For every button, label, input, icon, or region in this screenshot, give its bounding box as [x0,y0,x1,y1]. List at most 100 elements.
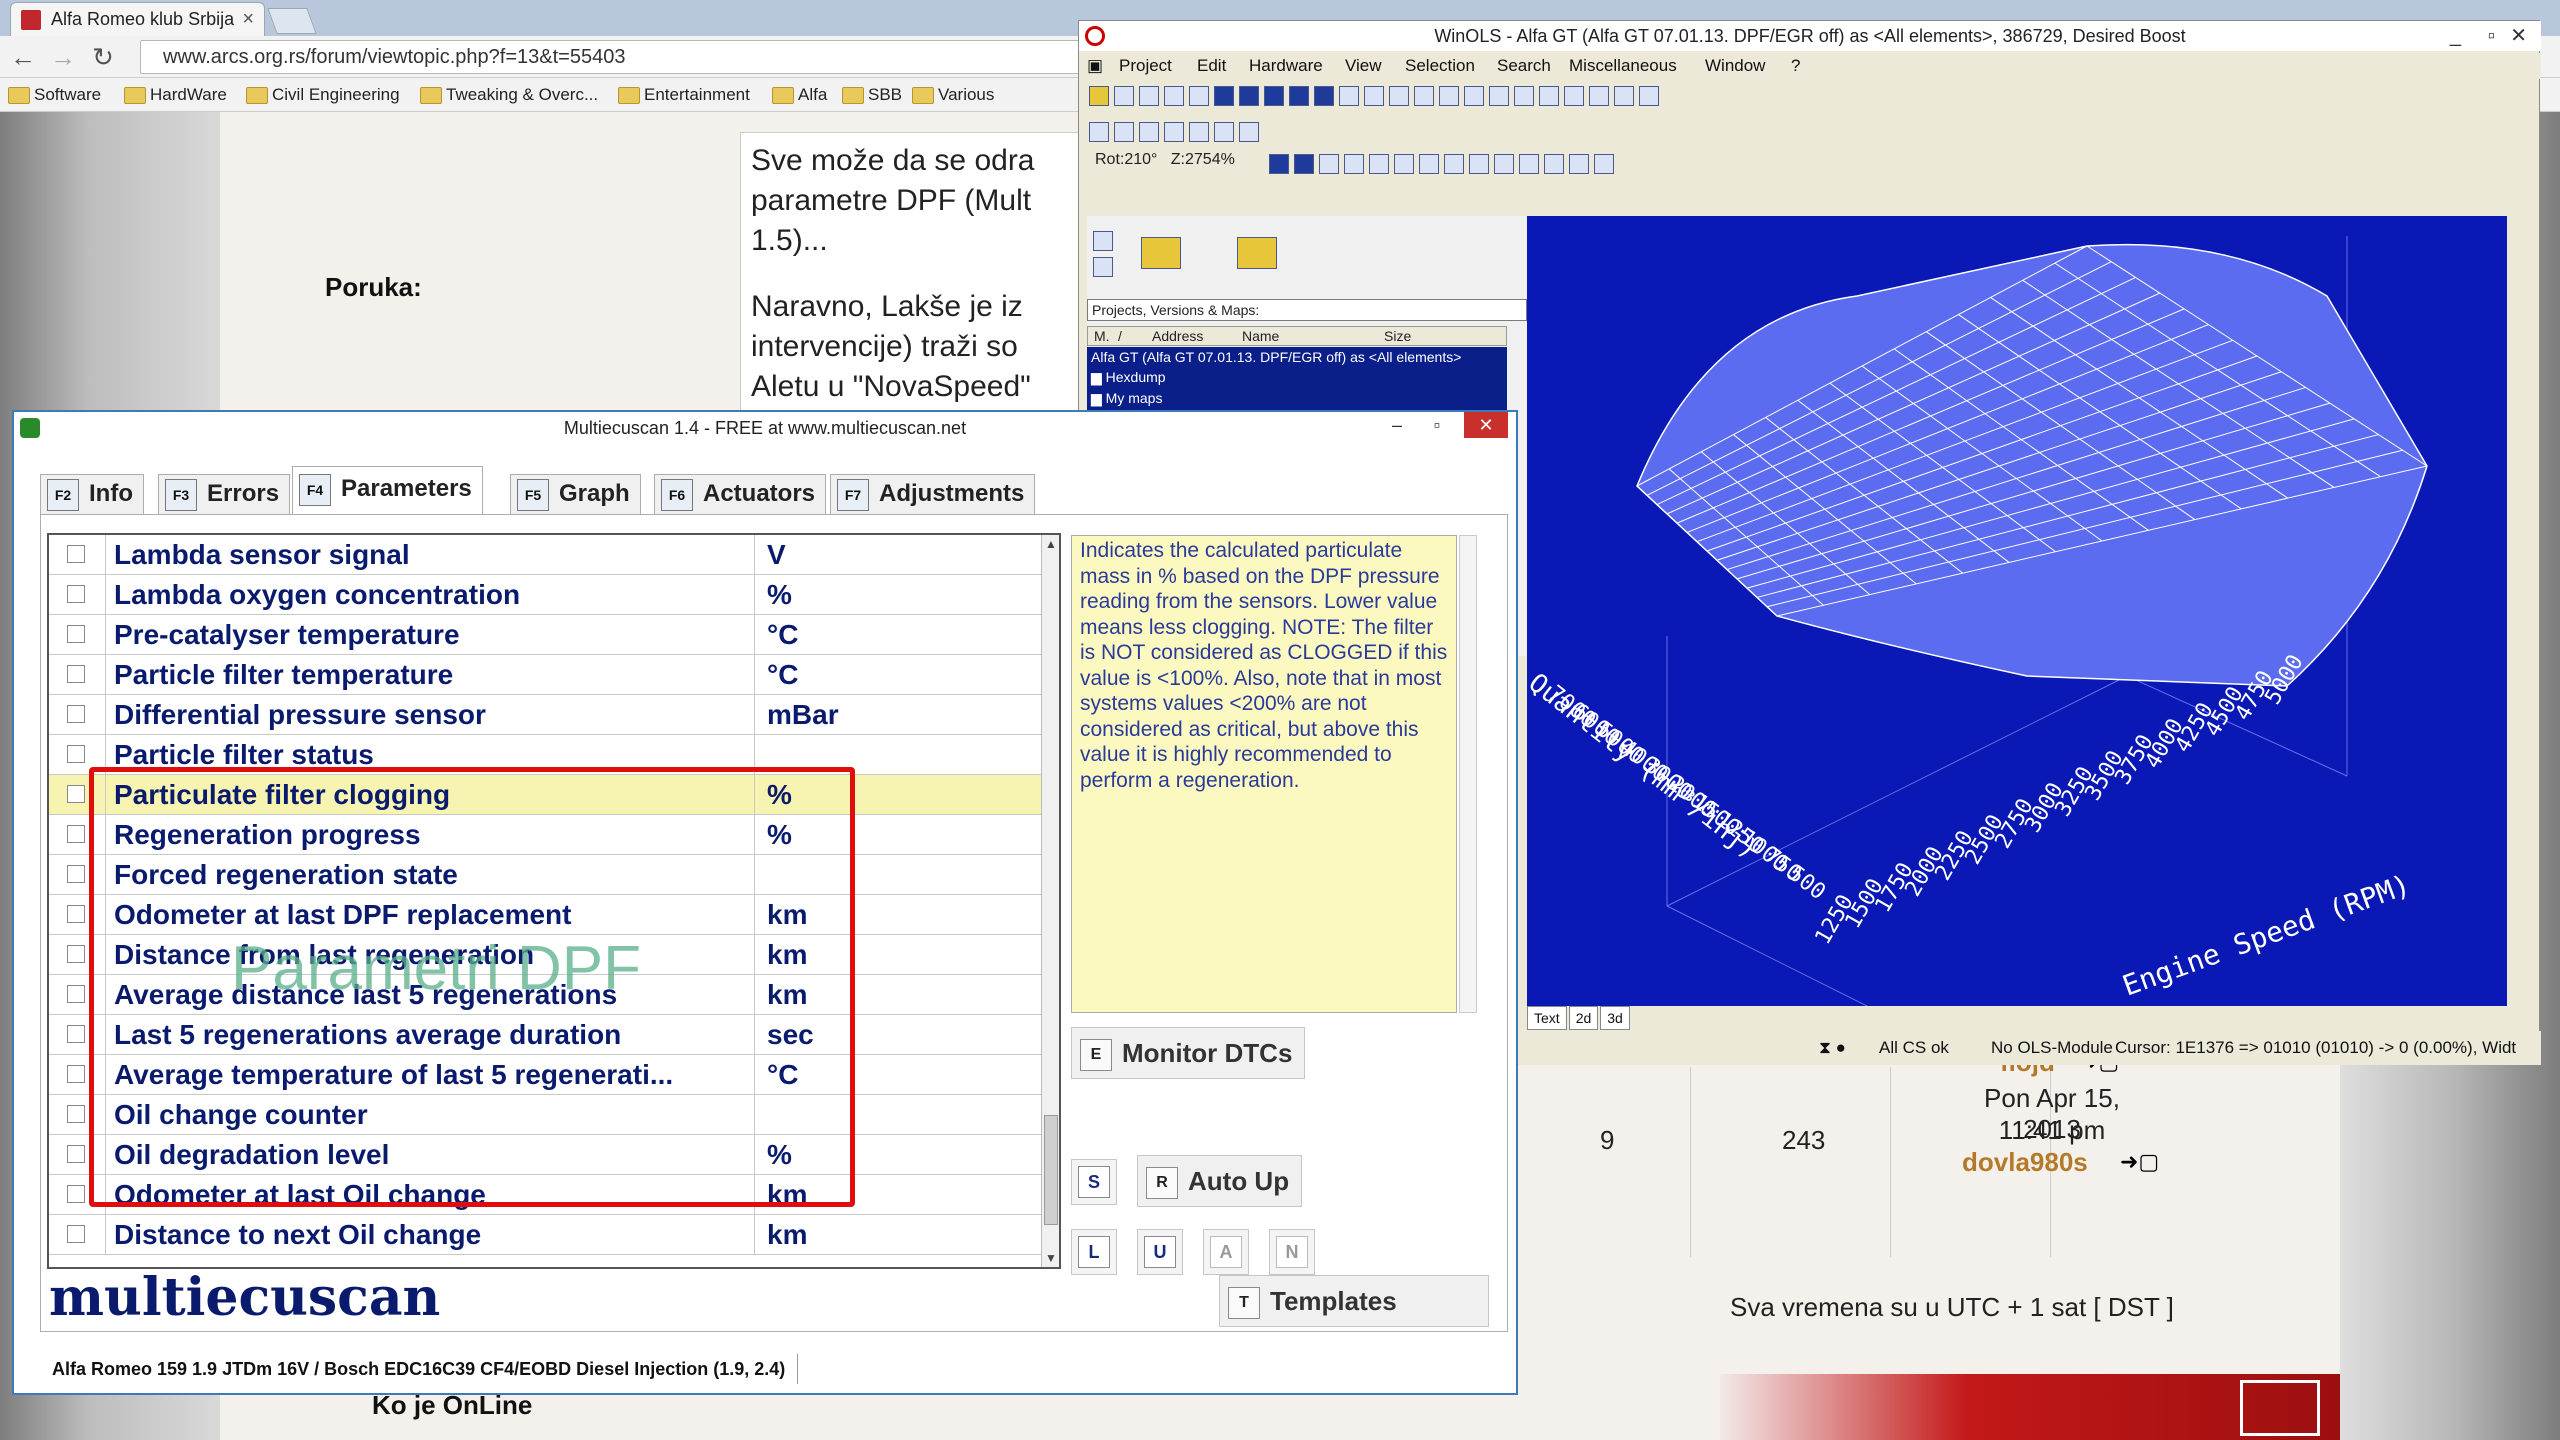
view-icon[interactable] [1444,154,1465,174]
maximize-icon[interactable]: ▫ [1422,412,1452,438]
tab-actuators[interactable]: F6 Actuators [654,474,827,514]
tab-info[interactable]: F2 Info [40,474,144,514]
tool-icon[interactable] [1239,122,1259,142]
tool-icon[interactable] [1089,122,1109,142]
parameter-row[interactable]: Lambda oxygen concentration% [49,575,1043,615]
export-icon[interactable] [1589,86,1609,106]
menu-window[interactable]: Window [1705,53,1765,79]
import-icon[interactable] [1237,237,1277,269]
parameter-row[interactable]: Oil degradation level% [49,1135,1043,1175]
map-3d-view[interactable]: Quantity (mm³/inj) Engine Speed (RPM) 70… [1527,216,2507,1006]
menu-selection[interactable]: Selection [1405,53,1475,79]
context-help-icon[interactable] [1639,86,1659,106]
auto-up-button[interactable]: R Auto Up [1137,1155,1303,1207]
tab-parameters[interactable]: F4 Parameters [292,466,483,514]
monitor-dtcs-button[interactable]: E Monitor DTCs [1071,1027,1306,1079]
parameter-row[interactable]: Odometer at last Oil change km [49,1175,1043,1215]
view-icon[interactable] [1494,154,1515,174]
menu-view[interactable]: View [1345,53,1382,79]
tool-icon[interactable] [1214,122,1234,142]
view-icon[interactable] [1419,154,1440,174]
close-icon[interactable]: ✕ [1464,412,1508,438]
tool-icon[interactable] [1114,122,1134,142]
tool-icon[interactable] [1389,86,1409,106]
parameter-row[interactable]: Distance to next Oil change km [49,1215,1043,1255]
back-arrow-icon[interactable]: ← [8,42,38,72]
reload-icon[interactable]: ↻ [88,42,118,72]
new-tab-button[interactable] [267,8,317,34]
address-bar[interactable]: www.arcs.org.rs/forum/viewtopic.php?f=13… [140,40,1080,74]
tab-errors[interactable]: F3 Errors [158,474,291,514]
paste-icon[interactable] [1189,86,1209,106]
checksum-icon[interactable] [1489,86,1509,106]
u-button[interactable]: U [1137,1229,1183,1275]
n-button[interactable]: N [1269,1229,1315,1275]
forward-icon[interactable] [1514,86,1534,106]
menu-help[interactable]: ? [1791,53,1800,79]
parameter-row[interactable]: Forced regeneration state [49,855,1043,895]
zoom-field[interactable]: Z:2754% [1171,151,1235,168]
message-textarea[interactable]: Sve može da se odra parametre DPF (Mult … [740,132,1080,442]
tab-3d-view[interactable]: 3d [1600,1006,1630,1030]
a-button[interactable]: A [1203,1229,1249,1275]
last-icon[interactable] [1314,86,1334,106]
compare-icon[interactable] [1414,86,1434,106]
print-icon[interactable] [1139,86,1159,106]
copy-icon[interactable] [1164,86,1184,106]
menu-miscellaneous[interactable]: Miscellaneous [1569,53,1677,79]
delta-icon[interactable] [1544,154,1565,174]
parameter-checkbox[interactable] [67,1145,85,1163]
tree-icon[interactable] [1339,86,1359,106]
save-icon[interactable] [1093,257,1113,277]
parameter-checkbox[interactable] [67,705,85,723]
tool-icon[interactable] [1189,122,1209,142]
scroll-thumb[interactable] [1044,1115,1058,1225]
description-scrollbar[interactable] [1459,535,1477,1013]
s-button[interactable]: S [1071,1159,1117,1205]
menu-edit[interactable]: Edit [1197,53,1226,79]
projects-dropdown[interactable]: Projects, Versions & Maps: [1087,299,1527,321]
open-folder-icon[interactable] [1141,237,1181,269]
view-icon[interactable] [1394,154,1415,174]
parameter-checkbox[interactable] [67,785,85,803]
view-icon[interactable] [1319,154,1340,174]
column-header[interactable]: Name [1242,327,1279,345]
parameter-row[interactable]: Average temperature of last 5 regenerati… [49,1055,1043,1095]
column-header[interactable]: / [1118,327,1122,345]
grid-icon[interactable] [1264,86,1284,106]
view-post-icon[interactable]: ➜▢ [2120,1149,2159,1175]
tool-icon[interactable] [1139,122,1159,142]
username-link[interactable]: dovla980s [1962,1147,2088,1178]
parameter-checkbox[interactable] [67,1225,85,1243]
percent-icon[interactable] [1519,154,1540,174]
bookmark-folder[interactable]: Civil Engineering [246,78,400,112]
parameter-checkbox[interactable] [67,665,85,683]
bookmark-folder[interactable]: Tweaking & Overc... [420,78,598,112]
parameter-row[interactable]: Particulate filter clogging% [49,775,1043,815]
parameter-checkbox[interactable] [67,545,85,563]
parameter-row[interactable]: Odometer at last DPF replacement km [49,895,1043,935]
parameter-row[interactable]: Lambda sensor signal V [49,535,1043,575]
parameter-checkbox[interactable] [67,585,85,603]
view-icon[interactable] [1469,154,1490,174]
find-icon[interactable] [1364,86,1384,106]
back-icon[interactable] [1439,86,1459,106]
parameter-checkbox[interactable] [67,825,85,843]
save-icon[interactable] [1114,86,1134,106]
menu-hardware[interactable]: Hardware [1249,53,1323,79]
bookmark-folder[interactable]: Alfa [772,78,827,112]
folder-row[interactable]: ▆ Hexdump [1087,367,1507,388]
rotation-field[interactable]: Rot:210° [1095,151,1157,168]
parameter-checkbox[interactable] [67,745,85,763]
parameter-checkbox[interactable] [67,1025,85,1043]
tab-text-view[interactable]: Text [1527,1006,1567,1030]
parameter-row[interactable]: Pre-catalyser temperature °C [49,615,1043,655]
minimize-icon[interactable]: _ [2450,21,2461,51]
next-icon[interactable] [1289,86,1309,106]
view-icon[interactable] [1344,154,1365,174]
bookmark-folder[interactable]: HardWare [124,78,227,112]
parameter-checkbox[interactable] [67,985,85,1003]
close-icon[interactable]: ✕ [2510,21,2527,51]
prev-icon[interactable] [1239,86,1259,106]
parameter-checkbox[interactable] [67,1065,85,1083]
